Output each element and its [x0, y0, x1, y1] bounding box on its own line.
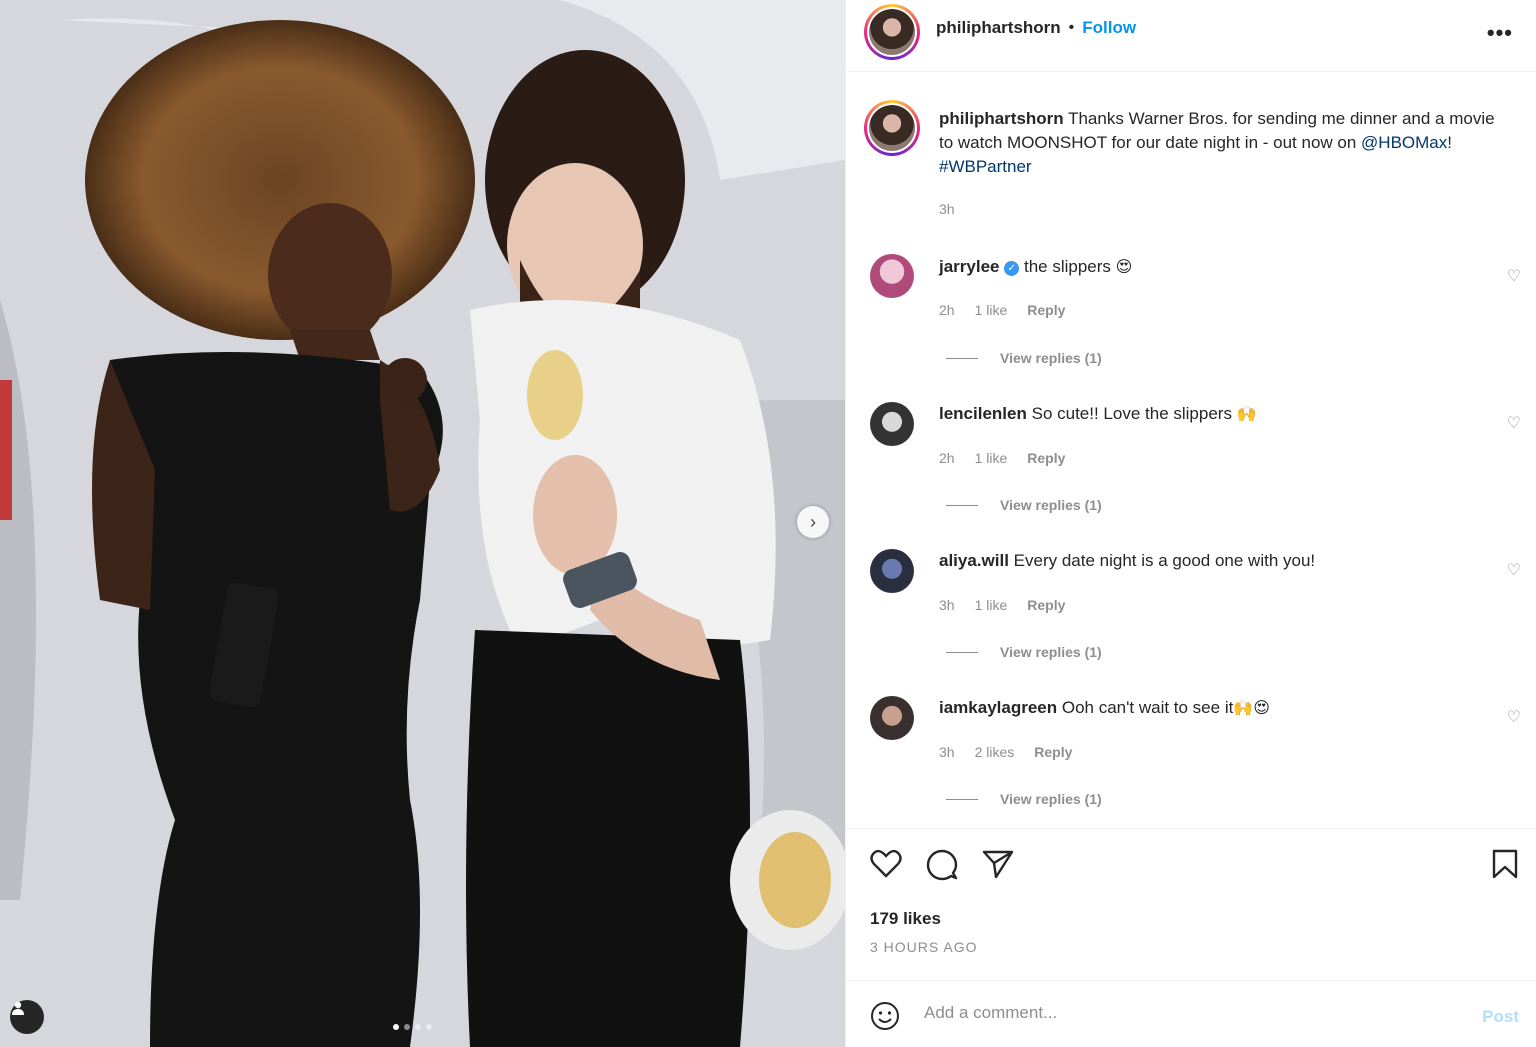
add-comment-bar: Post	[846, 980, 1536, 1047]
commenter-username[interactable]: lencilenlen	[939, 404, 1027, 423]
bookmark-icon[interactable]	[1492, 849, 1518, 879]
carousel-indicator	[393, 1024, 432, 1030]
comment-heart-icon[interactable]: ♡	[1507, 413, 1521, 433]
commenter-avatar[interactable]	[870, 402, 914, 446]
comment-emoji: 🙌😍	[1233, 698, 1270, 717]
comment-heart-icon[interactable]: ♡	[1507, 266, 1521, 286]
caption-avatar[interactable]	[864, 100, 920, 156]
verified-badge-icon: ✓	[1004, 261, 1020, 276]
commenter-username[interactable]: aliya.will	[939, 551, 1009, 570]
caption-username[interactable]: philiphartshorn	[939, 109, 1064, 128]
man-hand	[533, 455, 617, 575]
post-photo[interactable]: ›	[0, 0, 845, 1047]
heart-icon[interactable]	[870, 849, 902, 879]
potato-chip	[527, 350, 583, 440]
carousel-dot	[404, 1024, 410, 1030]
share-icon[interactable]	[982, 849, 1014, 879]
reply-button[interactable]: Reply	[1027, 450, 1065, 466]
comment-time[interactable]: 2h	[939, 450, 955, 466]
carousel-dot	[415, 1024, 421, 1030]
view-replies-button[interactable]: View replies (1)	[946, 350, 1102, 366]
author-avatar[interactable]	[864, 4, 920, 60]
carousel-next-button[interactable]: ›	[797, 506, 829, 538]
comment-likes[interactable]: 1 like	[975, 450, 1008, 466]
comment-emoji: 😍	[1115, 257, 1133, 276]
post-comment-button[interactable]: Post	[1482, 1007, 1519, 1027]
like-count[interactable]: 179 likes	[870, 909, 941, 929]
caption-time[interactable]: 3h	[939, 201, 955, 217]
comment-time[interactable]: 3h	[939, 597, 955, 613]
comment-likes[interactable]: 1 like	[975, 597, 1008, 613]
carousel-dot	[426, 1024, 432, 1030]
chevron-right-icon: ›	[810, 511, 816, 532]
author-username[interactable]: philiphartshorn	[936, 18, 1061, 38]
user-tag-icon	[12, 1001, 24, 1015]
comment-likes[interactable]: 2 likes	[975, 744, 1015, 760]
view-replies-button[interactable]: View replies (1)	[946, 791, 1102, 807]
reply-button[interactable]: Reply	[1034, 744, 1072, 760]
comment-text: the slippers	[1023, 257, 1111, 276]
caption-hashtag[interactable]: #WBPartner	[939, 157, 1032, 176]
woman-face	[268, 203, 392, 347]
reply-button[interactable]: Reply	[1027, 302, 1065, 318]
comment-likes[interactable]: 1 like	[975, 302, 1008, 318]
comment-text: Every date night is a good one with you!	[1013, 551, 1316, 570]
caption-mention[interactable]: @HBOMax	[1361, 133, 1447, 152]
comment-heart-icon[interactable]: ♡	[1507, 560, 1521, 580]
commenter-username[interactable]: jarrylee	[939, 257, 1000, 276]
carousel-dot	[393, 1024, 399, 1030]
comment-emoji: 🙌	[1236, 404, 1257, 423]
caption-after-mention: !	[1447, 133, 1452, 152]
commenter-avatar[interactable]	[870, 254, 914, 298]
post-side-panel: philiphartshorn • Follow ••• philipharts…	[845, 0, 1536, 1047]
more-options-icon[interactable]: •••	[1487, 20, 1513, 46]
comment-heart-icon[interactable]: ♡	[1507, 707, 1521, 727]
commenter-username[interactable]: iamkaylagreen	[939, 698, 1057, 717]
post-time-ago[interactable]: 3 HOURS AGO	[870, 939, 977, 955]
user-tag-button[interactable]	[10, 1000, 44, 1034]
reply-button[interactable]: Reply	[1027, 597, 1065, 613]
comment-input[interactable]	[924, 1003, 1444, 1023]
view-replies-button[interactable]: View replies (1)	[946, 644, 1102, 660]
comment-time[interactable]: 2h	[939, 302, 955, 318]
separator-dot: •	[1068, 19, 1075, 36]
commenter-avatar[interactable]	[870, 549, 914, 593]
comment-icon[interactable]	[926, 849, 958, 881]
comment-text: Ooh can't wait to see it	[1061, 698, 1234, 717]
post-caption: philiphartshorn Thanks Warner Bros. for …	[939, 107, 1509, 179]
comment-text: So cute!! Love the slippers	[1031, 404, 1232, 423]
black-pants	[466, 630, 750, 1047]
post-header: philiphartshorn • Follow •••	[846, 0, 1536, 72]
follow-button[interactable]: Follow	[1082, 18, 1136, 38]
view-replies-button[interactable]: View replies (1)	[946, 497, 1102, 513]
emoji-icon[interactable]	[870, 1001, 900, 1031]
photo-illustration	[0, 0, 845, 1047]
comment-time[interactable]: 3h	[939, 744, 955, 760]
post-actions: 179 likes 3 HOURS AGO	[846, 828, 1536, 978]
commenter-avatar[interactable]	[870, 696, 914, 740]
